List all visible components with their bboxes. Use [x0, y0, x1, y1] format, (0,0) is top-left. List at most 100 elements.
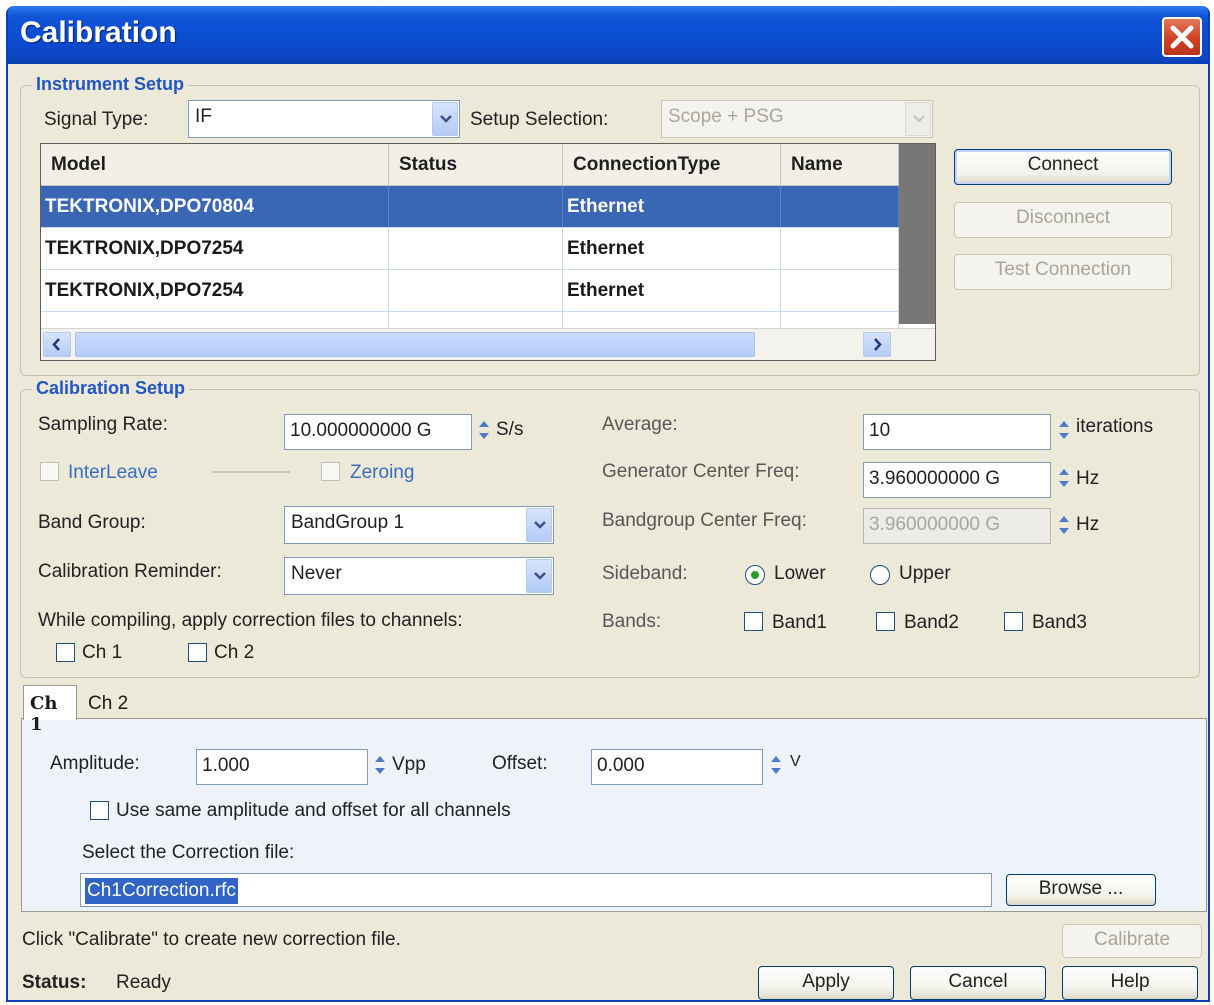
instrument-table[interactable]: Model Status ConnectionType Name TEKTRON… [40, 143, 936, 361]
ch1-checkbox[interactable] [56, 643, 75, 662]
band3-checkbox[interactable] [1004, 612, 1023, 631]
spin-updown-icon[interactable] [1056, 511, 1072, 539]
spin-updown-icon[interactable] [476, 416, 492, 444]
calibration-reminder-value: Never [291, 563, 342, 584]
column-header-model[interactable]: Model [41, 144, 389, 186]
calibration-reminder-dropdown[interactable]: Never [284, 557, 554, 595]
spin-updown-icon[interactable] [768, 751, 784, 779]
same-amplitude-checkbox[interactable] [90, 801, 109, 820]
generator-center-freq-input[interactable]: 3.960000000 G [863, 462, 1051, 498]
bandgroup-center-freq-label: Bandgroup Center Freq: [602, 510, 807, 531]
band-group-dropdown-button[interactable] [526, 508, 552, 542]
average-label: Average: [602, 414, 678, 435]
interleave-label: InterLeave [68, 462, 158, 483]
cell-model: TEKTRONIX,DPO7254 [41, 270, 389, 311]
table-row[interactable]: TEKTRONIX,DPO7254 Ethernet [41, 228, 899, 270]
channel-tab-panel: Amplitude: 1.000 Vpp Offset: 0.000 V Use… [21, 718, 1207, 912]
generator-center-freq-label: Generator Center Freq: [602, 461, 800, 482]
signal-type-label: Signal Type: [44, 109, 149, 130]
tab-ch1[interactable]: Ch 1 [23, 685, 77, 735]
chevron-down-icon [534, 521, 546, 529]
apply-button[interactable]: Apply [758, 966, 894, 1000]
calibrate-button[interactable]: Calibrate [1062, 924, 1202, 958]
browse-button[interactable]: Browse ... [1006, 874, 1156, 906]
ch2-label: Ch 2 [214, 642, 255, 663]
cell-connection: Ethernet [563, 270, 781, 311]
band2-checkbox[interactable] [876, 612, 895, 631]
spin-updown-icon[interactable] [1056, 464, 1072, 492]
connect-button[interactable]: Connect [954, 149, 1172, 185]
horizontal-scrollbar[interactable] [41, 328, 935, 360]
apply-correction-label: While compiling, apply correction files … [38, 610, 463, 631]
radio-selected-dot [751, 571, 759, 579]
chevron-down-icon [534, 572, 546, 580]
scroll-right-button[interactable] [863, 332, 891, 357]
cell-status [389, 270, 563, 311]
ch2-checkbox[interactable] [188, 643, 207, 662]
spin-updown-icon[interactable] [1056, 416, 1072, 444]
table-row-partial[interactable] [41, 312, 899, 328]
band-group-label: Band Group: [38, 512, 146, 533]
disconnect-button[interactable]: Disconnect [954, 202, 1172, 238]
band3-label: Band3 [1032, 612, 1087, 633]
setup-selection-value: Scope + PSG [668, 106, 784, 127]
calibration-reminder-label: Calibration Reminder: [38, 561, 222, 582]
band2-label: Band2 [904, 612, 959, 633]
sampling-rate-input[interactable]: 10.000000000 G [284, 414, 472, 450]
table-row[interactable]: TEKTRONIX,DPO7254 Ethernet [41, 270, 899, 312]
band-group-value: BandGroup 1 [291, 512, 405, 533]
signal-type-dropdown-button[interactable] [432, 102, 458, 136]
band1-checkbox[interactable] [744, 612, 763, 631]
setup-selection-dropdown-button[interactable] [905, 102, 931, 136]
spin-updown-icon[interactable] [372, 751, 388, 779]
cell-status [389, 312, 563, 328]
setup-selection-dropdown[interactable]: Scope + PSG [661, 100, 933, 138]
bandgroup-center-freq-input[interactable]: 3.960000000 G [863, 508, 1051, 544]
sideband-lower-label: Lower [774, 563, 826, 584]
test-connection-button[interactable]: Test Connection [954, 254, 1172, 290]
zeroing-label: Zeroing [350, 462, 415, 483]
status-label: Status: [22, 972, 87, 993]
cell-name [781, 270, 899, 311]
interleave-checkbox[interactable] [40, 462, 59, 481]
cell-connection: Ethernet [563, 186, 781, 227]
column-header-status[interactable]: Status [389, 144, 563, 186]
amplitude-value: 1.000 [202, 755, 250, 776]
tab-ch2[interactable]: Ch 2 [82, 686, 138, 720]
title-bar: Calibration [8, 6, 1208, 64]
status-value: Ready [116, 972, 171, 993]
horizontal-scroll-thumb[interactable] [75, 332, 755, 357]
chevron-down-icon [440, 115, 452, 123]
calibration-setup-title: Calibration Setup [32, 378, 190, 399]
column-header-name[interactable]: Name [781, 144, 899, 186]
sideband-lower-radio[interactable] [745, 565, 765, 585]
sampling-rate-label: Sampling Rate: [38, 414, 168, 435]
scroll-left-button[interactable] [43, 332, 71, 357]
column-header-connection-type[interactable]: ConnectionType [563, 144, 781, 186]
amplitude-input[interactable]: 1.000 [196, 749, 368, 785]
correction-file-input[interactable]: Ch1Correction.rfc [80, 873, 992, 907]
amplitude-unit: Vpp [392, 754, 426, 775]
window-title: Calibration [20, 16, 177, 49]
average-unit: iterations [1076, 416, 1154, 437]
band1-label: Band1 [772, 612, 827, 633]
offset-input[interactable]: 0.000 [591, 749, 763, 785]
signal-type-dropdown[interactable]: IF [188, 100, 460, 138]
cell-name [781, 312, 899, 328]
table-row[interactable]: TEKTRONIX,DPO70804 Ethernet [41, 186, 899, 228]
average-input[interactable]: 10 [863, 414, 1051, 450]
sideband-label: Sideband: [602, 563, 688, 584]
sideband-upper-radio[interactable] [870, 565, 890, 585]
vertical-scrollbar[interactable] [899, 144, 935, 324]
cell-model [41, 312, 389, 328]
setup-selection-label: Setup Selection: [470, 109, 609, 130]
help-button[interactable]: Help [1062, 966, 1198, 1000]
cancel-button[interactable]: Cancel [910, 966, 1046, 1000]
calibration-reminder-dropdown-button[interactable] [526, 559, 552, 593]
chevron-right-icon [874, 338, 882, 351]
generator-center-freq-value: 3.960000000 G [869, 468, 1001, 489]
band-group-dropdown[interactable]: BandGroup 1 [284, 506, 554, 544]
close-button[interactable] [1162, 17, 1202, 57]
offset-unit: V [790, 753, 801, 770]
zeroing-checkbox[interactable] [321, 462, 340, 481]
